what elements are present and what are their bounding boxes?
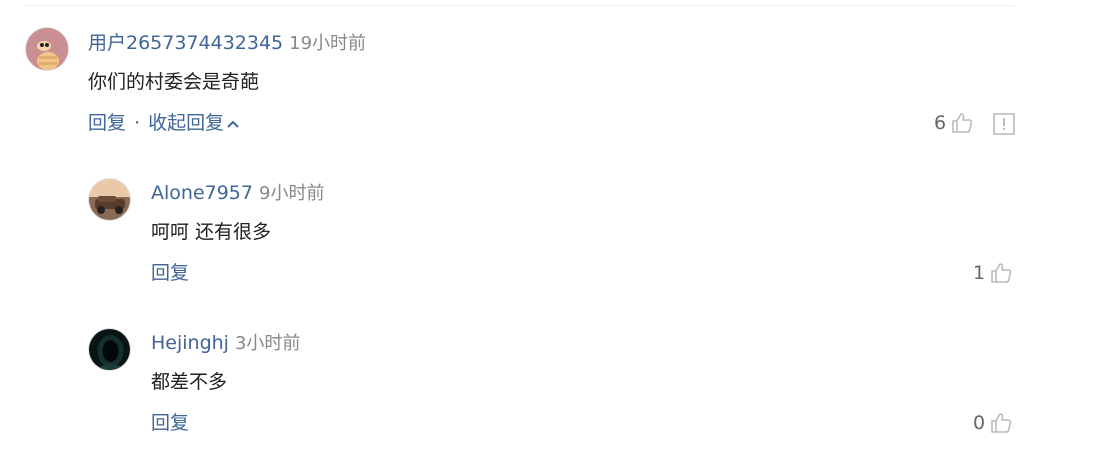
username[interactable]: Alone7957 [151,182,253,204]
comment-text: 呵呵 还有很多 [151,221,272,243]
comment-actions: 回复 · 收起回复 [88,111,240,135]
avatar-image [26,28,68,70]
thumbs-up-icon[interactable] [989,261,1013,285]
avatar[interactable] [88,328,131,371]
like-count: 6 [934,112,947,134]
like-control[interactable]: 6 [934,111,974,135]
comment-text: 都差不多 [151,371,228,393]
separator: · [134,112,141,134]
reply-item: Alone7957 9小时前 呵呵 还有很多 回复 1 [0,150,1099,300]
avatar[interactable] [88,178,131,221]
reply-item: Hejinghj 3小时前 都差不多 回复 0 [0,300,1099,459]
thumbs-up-icon[interactable] [989,411,1013,435]
collapse-replies-button[interactable]: 收起回复 [148,112,240,134]
report-icon [993,113,1015,135]
avatar-image [89,329,130,370]
comment-meta: 用户2657374432345 19小时前 [88,31,366,56]
comment-actions: 回复 [151,411,189,435]
timestamp: 19小时前 [289,33,367,54]
username[interactable]: Hejinghj [151,332,229,354]
comment-meta: Alone7957 9小时前 [151,181,324,206]
reply-button[interactable]: 回复 [151,262,189,284]
timestamp: 3小时前 [234,333,301,354]
comment-text: 你们的村委会是奇葩 [88,71,260,93]
username[interactable]: 用户2657374432345 [88,32,283,54]
report-button[interactable] [993,113,1015,139]
like-count: 1 [973,262,986,284]
reply-button[interactable]: 回复 [88,112,126,134]
like-control[interactable]: 1 [973,261,1013,285]
reply-button[interactable]: 回复 [151,412,189,434]
comment-meta: Hejinghj 3小时前 [151,331,300,356]
collapse-replies-label: 收起回复 [148,112,225,134]
like-control[interactable]: 0 [973,411,1013,435]
like-count: 0 [973,412,986,434]
comment-item: 用户2657374432345 19小时前 你们的村委会是奇葩 回复 · 收起回复… [0,0,1099,150]
thumbs-up-icon[interactable] [950,111,974,135]
comment-actions: 回复 [151,261,189,285]
chevron-up-icon [227,120,239,128]
comment-section: 用户2657374432345 19小时前 你们的村委会是奇葩 回复 · 收起回复… [0,0,1099,459]
avatar-image [89,179,130,220]
timestamp: 9小时前 [259,183,325,204]
avatar[interactable] [25,27,69,71]
